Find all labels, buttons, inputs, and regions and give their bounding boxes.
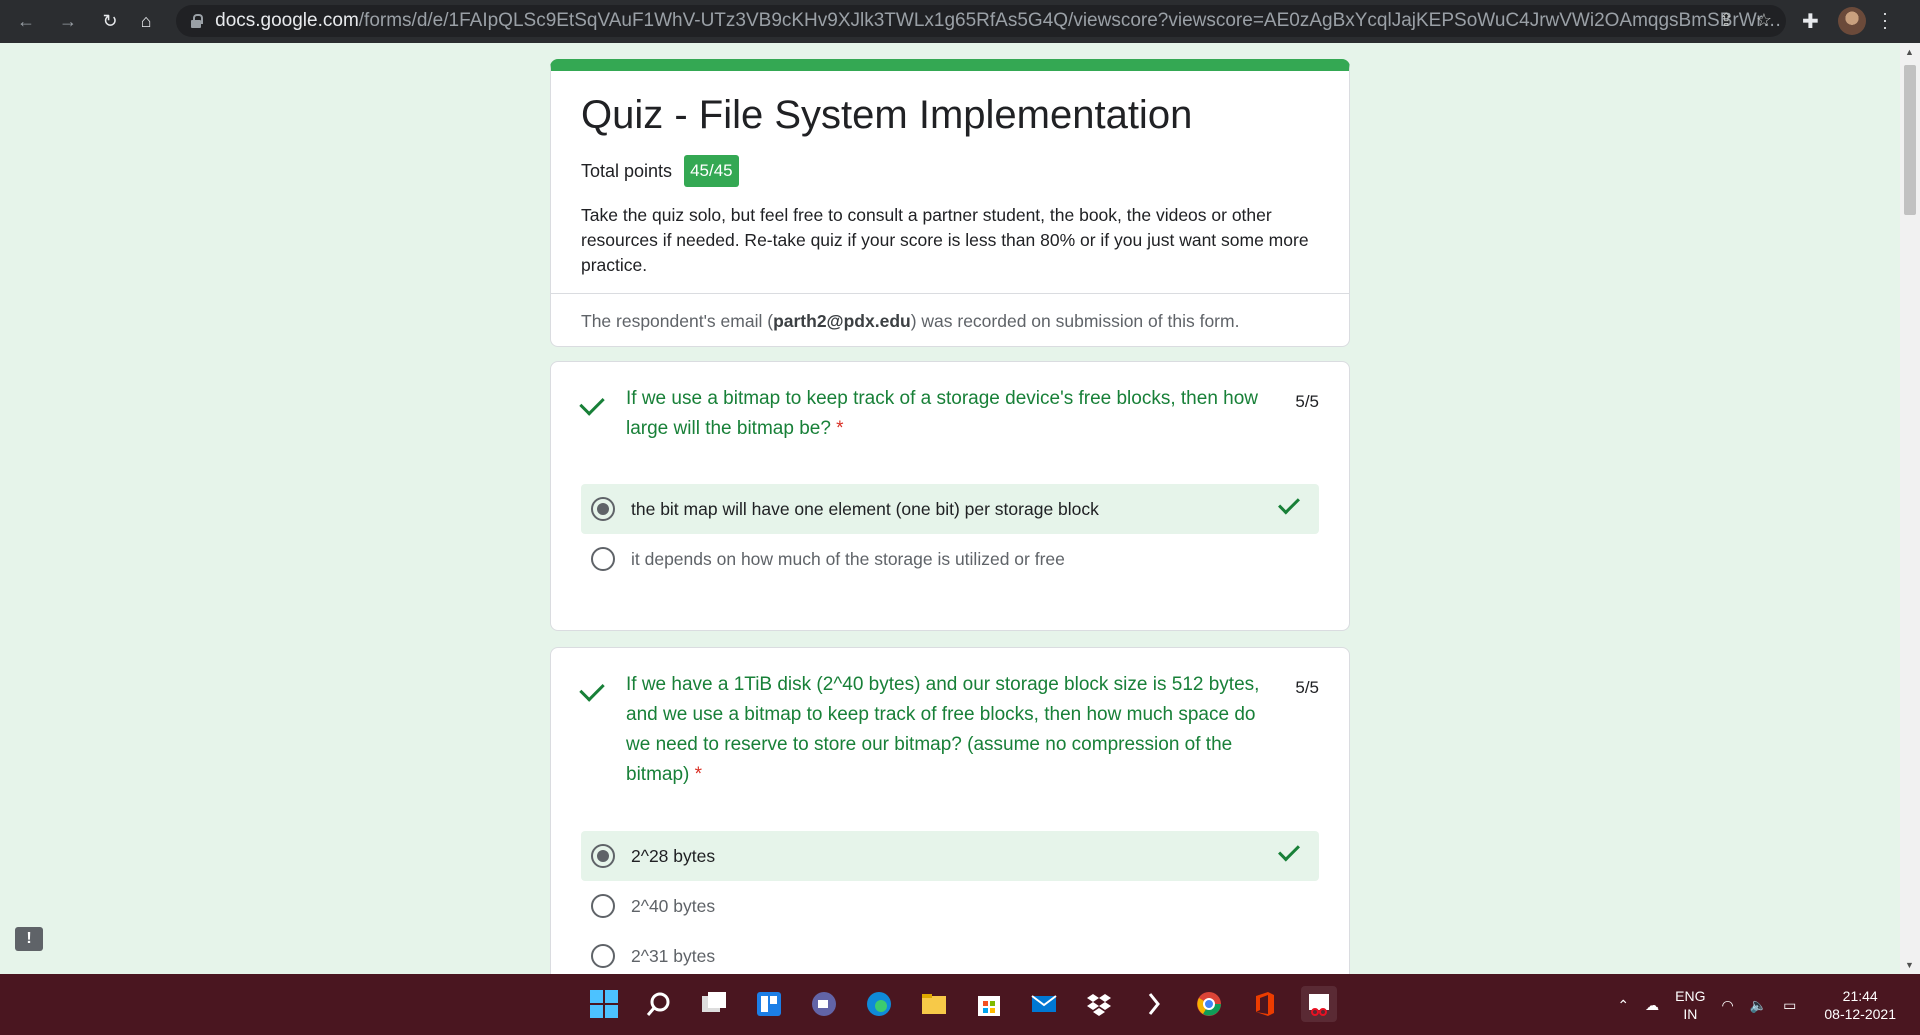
system-tray: ⌃ ☁ ENG IN ◠ 🔈 ▭ 21:44 08-12-2021	[1617, 974, 1920, 1035]
share-icon[interactable]: ⇪	[1719, 10, 1734, 31]
page-scrollbar[interactable]: ▲ ▼	[1900, 43, 1920, 974]
search-icon[interactable]	[641, 986, 677, 1022]
wifi-icon[interactable]: ◠	[1721, 996, 1733, 1014]
lock-icon[interactable]	[190, 14, 204, 28]
required-mark: *	[836, 418, 844, 439]
question-card: If we have a 1TiB disk (2^40 bytes) and …	[550, 647, 1350, 974]
question-text: If we have a 1TiB disk (2^40 bytes) and …	[626, 670, 1276, 790]
url-path: /forms/d/e/1FAIpQLSc9EtSqVAuF1WhV-UTz3VB…	[358, 10, 1786, 31]
bookmark-star-icon[interactable]: ☆	[1756, 10, 1772, 31]
browser-toolbar: ← → ↻ ⌂ docs.google.com /forms/d/e/1FAIp…	[0, 0, 1920, 43]
answer-option: it depends on how much of the storage is…	[581, 534, 1319, 584]
language-indicator[interactable]: ENG IN	[1675, 987, 1705, 1023]
question-card: If we use a bitmap to keep track of a st…	[550, 361, 1350, 631]
email-note-suffix: ) was recorded on submission of this for…	[910, 311, 1240, 331]
reload-icon[interactable]: ↻	[98, 10, 122, 34]
profile-avatar[interactable]	[1838, 7, 1866, 35]
battery-icon[interactable]: ▭	[1783, 996, 1796, 1014]
teams-chat-icon[interactable]	[806, 986, 842, 1022]
page-viewport: Quiz - File System Implementation Total …	[0, 43, 1900, 974]
tray-overflow-chevron-icon[interactable]: ⌃	[1617, 996, 1629, 1014]
clock[interactable]: 21:44 08-12-2021	[1824, 987, 1896, 1023]
extensions-puzzle-icon[interactable]: ✚	[1802, 9, 1819, 34]
url-host: docs.google.com	[215, 10, 359, 31]
dropbox-icon[interactable]	[1081, 986, 1117, 1022]
option-label: 2^28 bytes	[631, 845, 716, 866]
snipping-tool-icon[interactable]	[1301, 986, 1337, 1022]
scroll-thumb[interactable]	[1904, 65, 1916, 215]
radio-unselected-icon	[591, 547, 615, 571]
answer-option-correct: the bit map will have one element (one b…	[581, 484, 1319, 534]
microsoft-store-icon[interactable]	[971, 986, 1007, 1022]
required-mark: *	[694, 764, 703, 785]
address-bar[interactable]: docs.google.com /forms/d/e/1FAIpQLSc9EtS…	[176, 5, 1786, 37]
file-explorer-icon[interactable]	[916, 986, 952, 1022]
question-text: If we use a bitmap to keep track of a st…	[626, 384, 1276, 444]
clock-date: 08-12-2021	[1824, 1005, 1896, 1022]
correct-check-icon	[1278, 839, 1300, 862]
question-text-content: If we use a bitmap to keep track of a st…	[626, 388, 1259, 439]
option-label: 2^40 bytes	[631, 895, 716, 916]
mail-icon[interactable]	[1026, 986, 1062, 1022]
option-label: 2^31 bytes	[631, 945, 716, 966]
radio-unselected-icon	[591, 894, 615, 918]
form-title: Quiz - File System Implementation	[581, 93, 1193, 137]
onedrive-cloud-icon[interactable]: ☁	[1645, 996, 1659, 1014]
email-note: The respondent's email (parth2@pdx.edu) …	[581, 311, 1239, 332]
windows-taskbar: ⌃ ☁ ENG IN ◠ 🔈 ▭ 21:44 08-12-2021	[0, 974, 1920, 1035]
question-score: 5/5	[1295, 678, 1319, 697]
option-label: it depends on how much of the storage is…	[631, 548, 1065, 569]
home-icon[interactable]: ⌂	[134, 10, 158, 34]
language-code: ENG	[1675, 987, 1706, 1004]
back-arrow-icon[interactable]: ←	[14, 10, 38, 34]
scroll-up-arrow-icon[interactable]: ▲	[1905, 47, 1914, 57]
answer-option-correct: 2^28 bytes	[581, 831, 1319, 881]
total-points-label: Total points	[581, 160, 673, 181]
total-points-badge: 45/45	[684, 155, 739, 187]
clock-time: 21:44	[1842, 987, 1878, 1004]
office-icon[interactable]	[1246, 986, 1282, 1022]
correct-check-icon	[1278, 492, 1300, 515]
question-text-content: If we have a 1TiB disk (2^40 bytes) and …	[626, 674, 1260, 785]
volume-icon[interactable]: 🔈	[1750, 996, 1767, 1014]
scroll-down-arrow-icon[interactable]: ▼	[1905, 960, 1914, 970]
correct-check-icon	[579, 390, 605, 416]
divider	[551, 293, 1349, 294]
chrome-browser-icon[interactable]	[1191, 986, 1227, 1022]
region-code: IN	[1683, 1005, 1698, 1022]
email-note-prefix: The respondent's email (	[581, 311, 774, 331]
form-header-card: Quiz - File System Implementation Total …	[550, 59, 1350, 347]
task-view-icon[interactable]	[696, 986, 732, 1022]
browser-menu-icon[interactable]: · · ·	[1882, 4, 1888, 36]
radio-unselected-icon	[591, 944, 615, 968]
correct-check-icon	[579, 676, 605, 702]
question-score: 5/5	[1295, 392, 1319, 411]
answer-option: 2^31 bytes	[581, 931, 1319, 974]
terminal-app-icon[interactable]	[1136, 986, 1172, 1022]
forward-arrow-icon[interactable]: →	[56, 10, 80, 34]
form-description: Take the quiz solo, but feel free to con…	[581, 205, 1309, 275]
edge-browser-icon[interactable]	[861, 986, 897, 1022]
option-label: the bit map will have one element (one b…	[631, 498, 1099, 519]
total-points-row: Total points 45/45	[581, 155, 739, 187]
windows-start-icon[interactable]	[586, 986, 622, 1022]
radio-selected-icon	[591, 844, 615, 868]
answer-option: 2^40 bytes	[581, 881, 1319, 931]
radio-selected-icon	[591, 497, 615, 521]
respondent-email: parth2@pdx.edu	[773, 311, 911, 331]
widgets-icon[interactable]	[751, 986, 787, 1022]
feedback-icon[interactable]: !	[15, 927, 43, 951]
